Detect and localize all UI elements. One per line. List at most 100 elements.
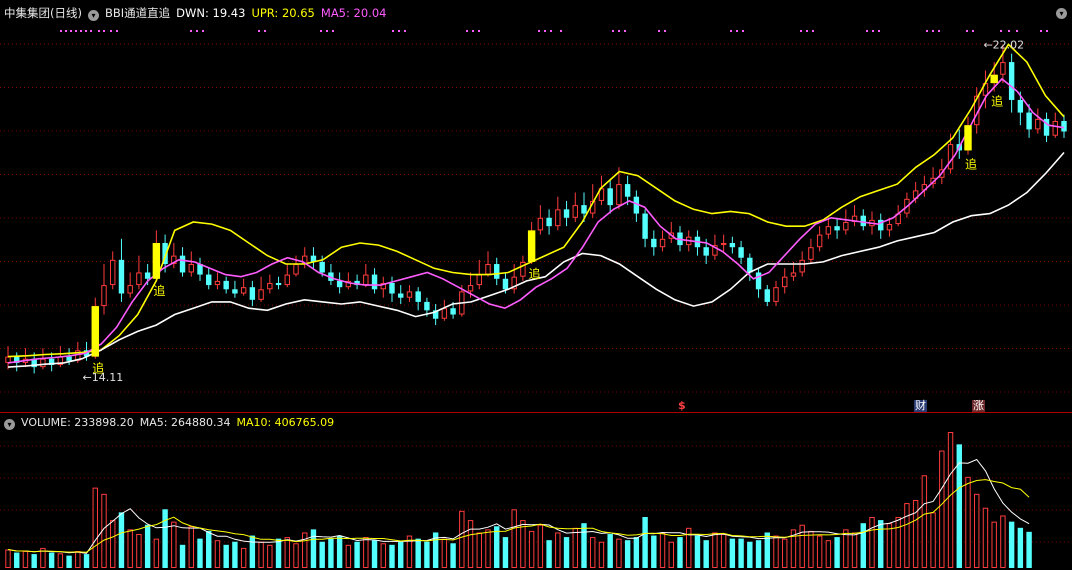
candle-body bbox=[5, 356, 11, 363]
volume-bar bbox=[389, 544, 395, 568]
volume-bar bbox=[57, 553, 64, 568]
candle-body bbox=[502, 278, 509, 290]
top-dot bbox=[878, 30, 880, 32]
event-marker-cai[interactable]: 财 bbox=[914, 400, 927, 412]
volume-bar bbox=[598, 541, 605, 569]
candle-body bbox=[214, 280, 221, 286]
volume-bar bbox=[441, 538, 448, 568]
candle-body bbox=[258, 289, 264, 300]
candle-body bbox=[729, 243, 736, 248]
candle-body bbox=[1000, 62, 1006, 75]
volume-ma5-line bbox=[7, 458, 1030, 554]
top-dot bbox=[806, 30, 808, 32]
volume-bar bbox=[511, 509, 517, 569]
candle-body bbox=[363, 274, 369, 286]
top-dot bbox=[966, 30, 968, 32]
candle-body bbox=[703, 247, 709, 256]
stock-chart: 追追追追追 ←14.11←22.02 bbox=[0, 30, 1072, 569]
candle-body bbox=[110, 259, 116, 286]
volume-bar bbox=[694, 535, 701, 568]
candle-body bbox=[782, 276, 788, 288]
candle-body bbox=[843, 221, 849, 231]
top-dot bbox=[70, 30, 72, 32]
high-price-label: ←22.02 bbox=[983, 38, 1024, 51]
top-dot bbox=[258, 30, 260, 32]
candle-body bbox=[799, 259, 805, 273]
chart-settings-icon[interactable]: ▾ bbox=[1056, 8, 1067, 19]
candle-body bbox=[747, 257, 753, 273]
candle-body bbox=[267, 282, 273, 290]
volume-bar bbox=[345, 544, 352, 568]
candle-body bbox=[616, 184, 622, 206]
volume-bar bbox=[520, 520, 526, 568]
volume-bar bbox=[92, 487, 98, 568]
top-dot bbox=[560, 30, 562, 32]
top-dot bbox=[538, 30, 540, 32]
zhui-label: 追 bbox=[991, 94, 1003, 109]
top-dot bbox=[98, 30, 100, 32]
top-dot bbox=[1000, 30, 1002, 32]
top-dot bbox=[1046, 30, 1048, 32]
top-dot bbox=[320, 30, 322, 32]
candle-body bbox=[808, 247, 814, 260]
event-marker-zhang[interactable]: 涨 bbox=[972, 400, 985, 412]
candle-body bbox=[136, 272, 142, 286]
candle-body bbox=[415, 291, 421, 302]
top-dot bbox=[190, 30, 192, 32]
candle-body bbox=[834, 226, 840, 231]
volume-bar bbox=[258, 541, 264, 569]
volume-bar bbox=[537, 524, 544, 569]
top-dot bbox=[116, 30, 118, 32]
low-price-label: ←14.11 bbox=[83, 371, 124, 384]
volume-bar bbox=[747, 541, 753, 568]
indicator-name[interactable]: BBI通道直追 bbox=[105, 6, 170, 20]
volume-bars bbox=[5, 432, 1032, 569]
indicator-menu-icon[interactable]: ▾ bbox=[87, 10, 99, 21]
top-dot bbox=[392, 30, 394, 32]
top-dot bbox=[466, 30, 468, 32]
top-dot bbox=[926, 30, 928, 32]
candle-body bbox=[127, 285, 133, 294]
volume-bar bbox=[398, 541, 404, 568]
volume-bar bbox=[563, 537, 570, 568]
volume-bar bbox=[546, 540, 552, 568]
volume-value: VOLUME: 233898.20 bbox=[21, 416, 134, 429]
candle-body bbox=[546, 217, 552, 227]
candle-body bbox=[1026, 112, 1032, 130]
top-dot bbox=[478, 30, 480, 32]
volume-bar bbox=[590, 537, 596, 568]
candle-body bbox=[624, 184, 631, 197]
volume-bar bbox=[363, 537, 369, 568]
candle-body bbox=[790, 272, 797, 277]
volume-bar bbox=[878, 520, 884, 568]
candle-body bbox=[825, 226, 832, 235]
top-dot bbox=[812, 30, 814, 32]
volume-bar bbox=[633, 537, 640, 568]
dwn-value: DWN: 19.43 bbox=[176, 6, 246, 20]
volume-bar bbox=[206, 530, 212, 568]
volume-bar bbox=[616, 538, 622, 568]
candle-body bbox=[284, 274, 290, 286]
volume-bar bbox=[223, 544, 229, 568]
volume-bar bbox=[232, 541, 238, 568]
candle-body bbox=[572, 205, 578, 218]
volume-bar bbox=[624, 540, 631, 568]
volume-bar bbox=[22, 551, 29, 568]
volume-bar bbox=[275, 538, 282, 568]
volume-bar bbox=[1017, 527, 1024, 568]
volume-bar bbox=[607, 534, 613, 568]
candle-body bbox=[1061, 120, 1067, 132]
volume-bar bbox=[267, 544, 273, 568]
top-dot bbox=[618, 30, 620, 32]
candle-body bbox=[398, 293, 404, 298]
volume-bar bbox=[860, 523, 866, 568]
volume-bar bbox=[249, 535, 256, 568]
candle-body bbox=[179, 255, 186, 273]
candle-body bbox=[101, 285, 107, 307]
top-dot bbox=[736, 30, 738, 32]
volume-bar bbox=[371, 540, 378, 568]
candle-body bbox=[1008, 62, 1015, 100]
top-dot bbox=[742, 30, 744, 32]
event-marker-s[interactable]: $ bbox=[678, 400, 686, 412]
volume-menu-icon[interactable]: ▾ bbox=[4, 419, 15, 430]
